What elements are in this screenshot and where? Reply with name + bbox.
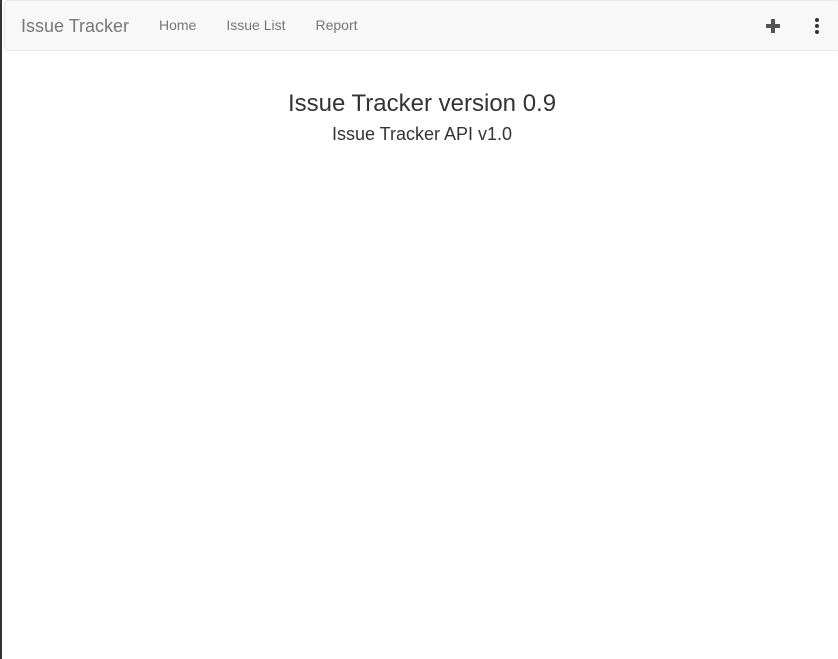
page-title: Issue Tracker version 0.9 — [287, 90, 557, 117]
brand-link[interactable]: Issue Tracker — [21, 15, 129, 37]
nav-item-home[interactable]: Home — [144, 1, 211, 50]
plus-icon — [766, 18, 780, 33]
nav-links: Home Issue List Report — [144, 1, 373, 50]
main-content: Issue Tracker version 0.9 Issue Tracker … — [4, 51, 838, 145]
top-navbar: Issue Tracker Home Issue List Report — [4, 0, 838, 51]
nav-item-issue-list[interactable]: Issue List — [211, 1, 300, 50]
api-version-subtitle: Issue Tracker API v1.0 — [331, 124, 513, 144]
add-issue-button[interactable] — [751, 1, 795, 50]
nav-actions — [751, 1, 838, 50]
more-menu-button[interactable] — [795, 1, 838, 50]
app-window: Issue Tracker Home Issue List Report Iss… — [0, 0, 838, 659]
nav-item-report[interactable]: Report — [301, 1, 373, 50]
vertical-ellipsis-icon — [815, 17, 819, 34]
